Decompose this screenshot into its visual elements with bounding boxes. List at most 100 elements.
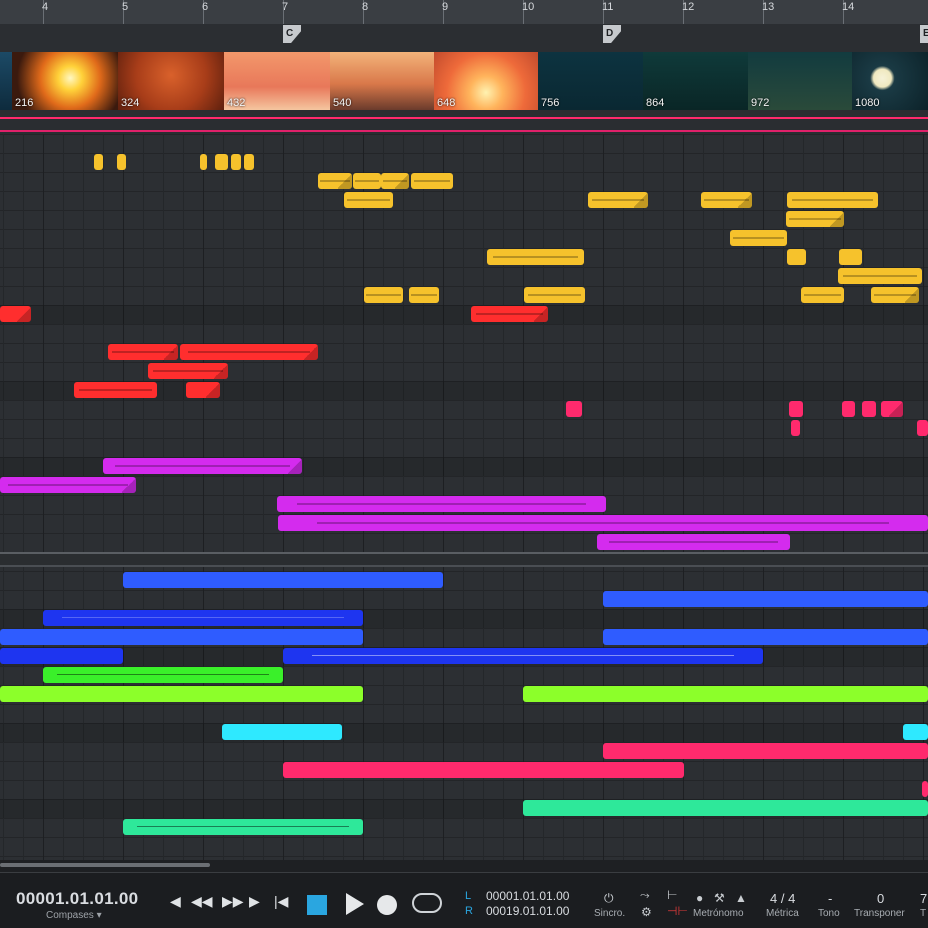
audio-clip[interactable]: [566, 401, 582, 417]
skip-back-icon[interactable]: ◀: [170, 893, 181, 910]
audio-clip[interactable]: [603, 591, 928, 607]
audio-clip[interactable]: [603, 629, 928, 645]
go-to-start-icon[interactable]: |◀: [274, 893, 288, 910]
key-label: Tono: [818, 908, 840, 919]
audio-clip[interactable]: [881, 401, 903, 417]
fast-forward-icon[interactable]: ▶▶: [222, 893, 244, 910]
loop-end-field[interactable]: 00019.01.01.00: [486, 904, 569, 918]
wrench-icon[interactable]: ⚒: [714, 891, 725, 905]
audio-clip[interactable]: [364, 287, 403, 303]
audio-clip[interactable]: [278, 515, 928, 531]
metronome-icon[interactable]: ▲: [735, 891, 747, 905]
audio-clip[interactable]: [231, 154, 241, 170]
horizontal-scrollbar[interactable]: [0, 860, 928, 872]
audio-clip[interactable]: [838, 268, 922, 284]
scrollbar-thumb[interactable]: [0, 863, 210, 867]
meter-value[interactable]: 4 / 4: [770, 891, 795, 906]
audio-clip[interactable]: [0, 648, 123, 664]
timecode-display[interactable]: 00001.01.01.00: [16, 889, 138, 909]
audio-clip[interactable]: [0, 686, 363, 702]
transport-bar: 00001.01.01.00 Compases ▾ ◀ ◀◀ ▶▶ ▶ |◀ L…: [0, 872, 928, 928]
audio-clip[interactable]: [588, 192, 648, 208]
audio-clip[interactable]: [0, 306, 31, 322]
audio-clip[interactable]: [791, 420, 800, 436]
audio-clip[interactable]: [123, 572, 443, 588]
automation-line[interactable]: [0, 130, 928, 132]
audio-clip[interactable]: [283, 762, 684, 778]
audio-clip[interactable]: [786, 211, 844, 227]
range-icon[interactable]: ⊣⊢: [667, 904, 688, 918]
audio-clip[interactable]: [411, 173, 453, 189]
audio-clip[interactable]: [117, 154, 126, 170]
audio-clip[interactable]: [108, 344, 178, 360]
automation-line[interactable]: [0, 117, 928, 119]
audio-clip[interactable]: [842, 401, 855, 417]
audio-clip[interactable]: [103, 458, 302, 474]
key-value[interactable]: -: [828, 891, 832, 906]
audio-clip[interactable]: [43, 610, 363, 626]
audio-clip[interactable]: [839, 249, 862, 265]
marker-e[interactable]: E: [920, 25, 928, 43]
track-group-divider[interactable]: [0, 552, 928, 567]
stop-button[interactable]: [307, 895, 327, 915]
audio-clip[interactable]: [200, 154, 207, 170]
gear-icon[interactable]: ⚙: [641, 905, 652, 919]
transpose-value[interactable]: 0: [877, 891, 884, 906]
loop-start-field[interactable]: 00001.01.01.00: [486, 889, 569, 903]
audio-clip[interactable]: [283, 648, 763, 664]
audio-clip[interactable]: [123, 819, 363, 835]
bar-number: 8: [362, 1, 369, 13]
audio-clip[interactable]: [186, 382, 220, 398]
power-icon[interactable]: ⏻: [604, 891, 614, 906]
frame-number: 432: [227, 97, 246, 109]
timecode-format-selector[interactable]: Compases ▾: [46, 910, 102, 921]
audio-clip[interactable]: [523, 686, 928, 702]
loop-button[interactable]: [412, 893, 442, 913]
audio-clip[interactable]: [523, 800, 928, 816]
audio-clip[interactable]: [0, 629, 363, 645]
audio-clip[interactable]: [409, 287, 439, 303]
audio-clip[interactable]: [862, 401, 876, 417]
audio-clip[interactable]: [180, 344, 318, 360]
record-button[interactable]: [377, 895, 397, 915]
audio-clip[interactable]: [94, 154, 103, 170]
audio-clip[interactable]: [74, 382, 157, 398]
audio-clip[interactable]: [871, 287, 919, 303]
audio-clip[interactable]: [353, 173, 381, 189]
audio-clip[interactable]: [222, 724, 342, 740]
audio-clip[interactable]: [917, 420, 928, 436]
audio-clip[interactable]: [597, 534, 790, 550]
rewind-icon[interactable]: ◀◀: [191, 893, 213, 910]
crossfade-icon[interactable]: ⤳: [640, 888, 650, 903]
marker-track[interactable]: [0, 24, 928, 53]
audio-clip[interactable]: [277, 496, 606, 512]
audio-clip[interactable]: [244, 154, 254, 170]
audio-clip[interactable]: [0, 477, 136, 493]
play-button[interactable]: [346, 893, 364, 915]
audio-clip[interactable]: [922, 781, 928, 797]
audio-clip[interactable]: [487, 249, 584, 265]
audio-clip[interactable]: [148, 363, 228, 379]
audio-clip[interactable]: [787, 249, 806, 265]
video-track[interactable]: 216 324 432 540 648 756 864 972 1080: [0, 52, 928, 110]
timeline-ruler[interactable]: 4 5 6 7 8 9 10 11 12 13 14: [0, 0, 928, 24]
video-thumbnail: 216: [12, 52, 119, 110]
audio-clip[interactable]: [903, 724, 928, 740]
audio-clip[interactable]: [603, 743, 928, 759]
audio-clip[interactable]: [43, 667, 283, 683]
audio-clip[interactable]: [215, 154, 228, 170]
skip-forward-icon[interactable]: ▶: [249, 893, 260, 910]
audio-clip[interactable]: [471, 306, 548, 322]
audio-clip[interactable]: [730, 230, 787, 246]
marker-flag-icon[interactable]: ⊢: [667, 888, 677, 902]
audio-clip[interactable]: [801, 287, 844, 303]
audio-clip[interactable]: [789, 401, 803, 417]
audio-clip[interactable]: [524, 287, 585, 303]
audio-clip[interactable]: [701, 192, 752, 208]
metronome-click-icon[interactable]: ●: [696, 891, 703, 905]
audio-clip[interactable]: [318, 173, 352, 189]
tempo-value[interactable]: 7: [920, 891, 927, 906]
audio-clip[interactable]: [787, 192, 878, 208]
audio-clip[interactable]: [381, 173, 409, 189]
audio-clip[interactable]: [344, 192, 393, 208]
